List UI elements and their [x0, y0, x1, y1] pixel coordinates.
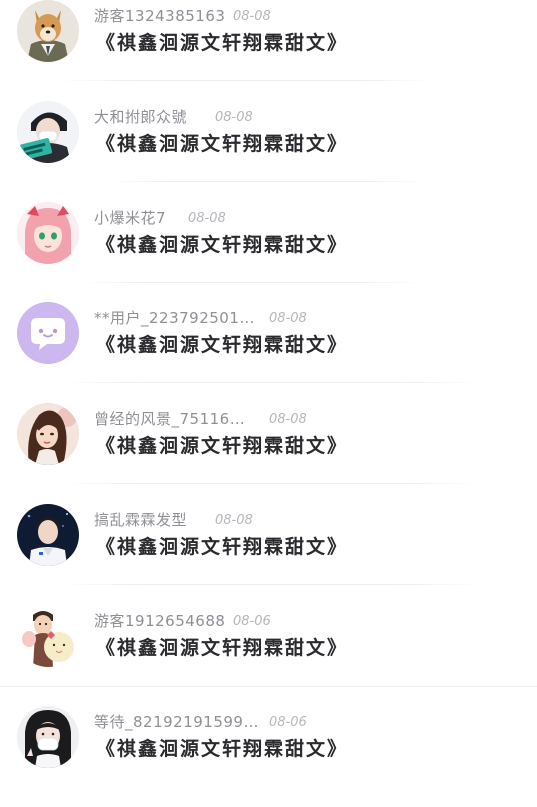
username[interactable]: 大和拊郞众號	[94, 107, 187, 127]
feed-item[interactable]: 搞乱霖霖发型 08-08 《祺鑫洄源文轩翔霖甜文》	[0, 504, 537, 605]
book-title[interactable]: 《祺鑫洄源文轩翔霖甜文》	[96, 635, 348, 661]
feed-item[interactable]: 小爆米花7 08-08 《祺鑫洄源文轩翔霖甜文》	[0, 202, 537, 303]
divider	[110, 181, 425, 182]
young-man-portrait-avatar-icon	[17, 504, 79, 566]
book-title[interactable]: 《祺鑫洄源文轩翔霖甜文》	[96, 736, 348, 762]
book-title[interactable]: 《祺鑫洄源文轩翔霖甜文》	[96, 433, 348, 459]
feed-item[interactable]: 曾经的风景_75116… 08-08 《祺鑫洄源文轩翔霖甜文》	[0, 403, 537, 504]
book-title[interactable]: 《祺鑫洄源文轩翔霖甜文》	[96, 534, 348, 560]
avatar[interactable]	[17, 202, 79, 264]
avatar[interactable]	[17, 101, 79, 163]
username[interactable]: 搞乱霖霖发型	[94, 510, 187, 530]
avatar[interactable]	[17, 605, 79, 667]
post-date: 08-08	[188, 211, 226, 226]
divider	[60, 483, 480, 484]
default-chat-bubble-avatar-icon	[17, 302, 79, 364]
post-date: 08-08	[215, 110, 253, 125]
illustrated-woman-avatar-icon	[17, 403, 79, 465]
book-title[interactable]: 《祺鑫洄源文轩翔霖甜文》	[96, 131, 348, 157]
avatar[interactable]	[17, 504, 79, 566]
feed-item[interactable]: **用户_223792501… 08-08 《祺鑫洄源文轩翔霖甜文》	[0, 302, 537, 403]
divider	[60, 382, 480, 383]
username[interactable]: 游客1912654688	[94, 611, 225, 631]
reader-feed-list: 游客1324385163 08-08 《祺鑫洄源文轩翔霖甜文》 大和拊郞众號 0…	[0, 0, 537, 779]
post-date: 08-08	[233, 9, 271, 24]
feed-item[interactable]: 等待_82192191599… 08-06 《祺鑫洄源文轩翔霖甜文》	[0, 706, 537, 807]
username[interactable]: 游客1324385163	[94, 6, 225, 26]
post-date: 08-08	[215, 513, 253, 528]
girl-with-face-mask-avatar-icon	[17, 706, 79, 768]
avatar[interactable]	[17, 0, 79, 62]
username[interactable]: 等待_82192191599…	[94, 712, 259, 732]
divider	[80, 282, 420, 283]
shiba-dog-avatar-icon	[17, 0, 79, 62]
feed-item[interactable]: 游客1912654688 08-06 《祺鑫洄源文轩翔霖甜文》	[0, 605, 537, 706]
post-date: 08-08	[269, 412, 307, 427]
book-title[interactable]: 《祺鑫洄源文轩翔霖甜文》	[96, 232, 348, 258]
avatar[interactable]	[17, 302, 79, 364]
feed-item[interactable]: 大和拊郞众號 08-08 《祺鑫洄源文轩翔霖甜文》	[0, 101, 537, 202]
divider	[60, 80, 430, 81]
username[interactable]: 小爆米花7	[94, 208, 166, 228]
avatar[interactable]	[17, 706, 79, 768]
divider	[0, 686, 537, 687]
feed-item[interactable]: 游客1324385163 08-08 《祺鑫洄源文轩翔霖甜文》	[0, 0, 537, 101]
post-date: 08-08	[269, 311, 307, 326]
anime-pink-hair-girl-avatar-icon	[17, 202, 79, 264]
post-date: 08-06	[269, 715, 307, 730]
username[interactable]: **用户_223792501…	[94, 308, 255, 328]
boy-with-mask-avatar-icon	[17, 101, 79, 163]
avatar[interactable]	[17, 403, 79, 465]
username[interactable]: 曾经的风景_75116…	[94, 409, 245, 429]
book-title[interactable]: 《祺鑫洄源文轩翔霖甜文》	[96, 332, 348, 358]
book-title[interactable]: 《祺鑫洄源文轩翔霖甜文》	[96, 30, 348, 56]
divider	[60, 584, 480, 585]
post-date: 08-06	[233, 614, 271, 629]
cartoon-couple-avatar-icon	[17, 605, 79, 667]
